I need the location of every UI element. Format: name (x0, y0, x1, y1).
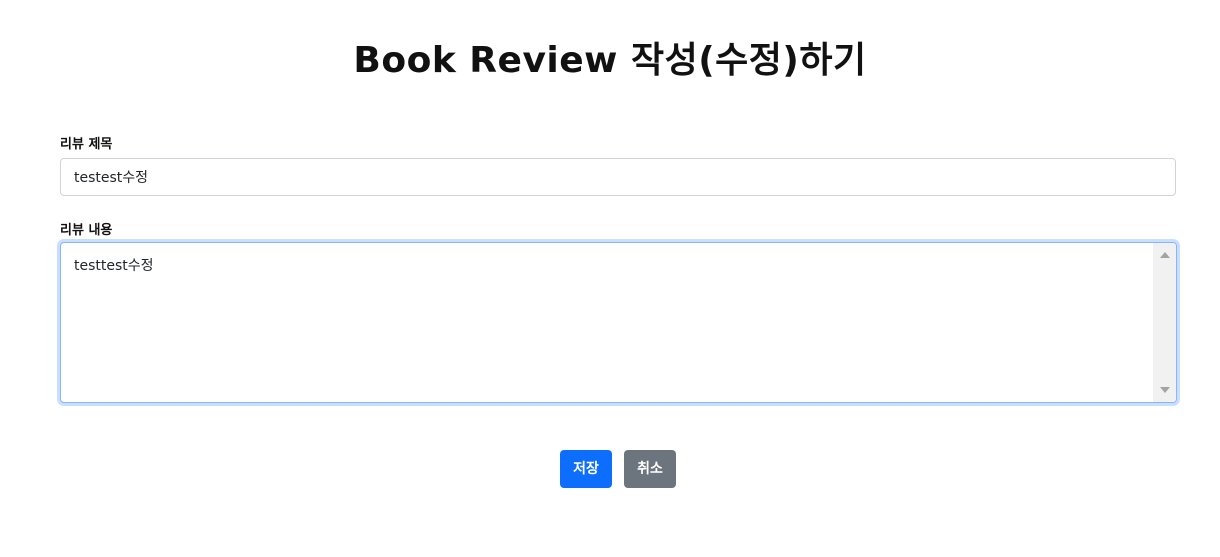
page-title: Book Review 작성(수정)하기 (353, 40, 867, 81)
scroll-down-arrow-icon[interactable] (1160, 387, 1170, 393)
review-content-field[interactable]: testtest수정 (60, 242, 1177, 403)
review-title-input[interactable] (60, 158, 1176, 196)
save-button[interactable]: 저장 (560, 450, 612, 488)
review-content-textarea[interactable]: testtest수정 (61, 243, 1154, 402)
scroll-up-arrow-icon[interactable] (1160, 252, 1170, 258)
textarea-scrollbar[interactable] (1153, 243, 1176, 402)
review-edit-page: Book Review 작성(수정)하기 리뷰 제목 리뷰 내용 testtes… (0, 0, 1220, 557)
review-content-label: 리뷰 내용 (60, 223, 113, 238)
cancel-button[interactable]: 취소 (624, 450, 676, 488)
review-title-label: 리뷰 제목 (60, 137, 113, 152)
